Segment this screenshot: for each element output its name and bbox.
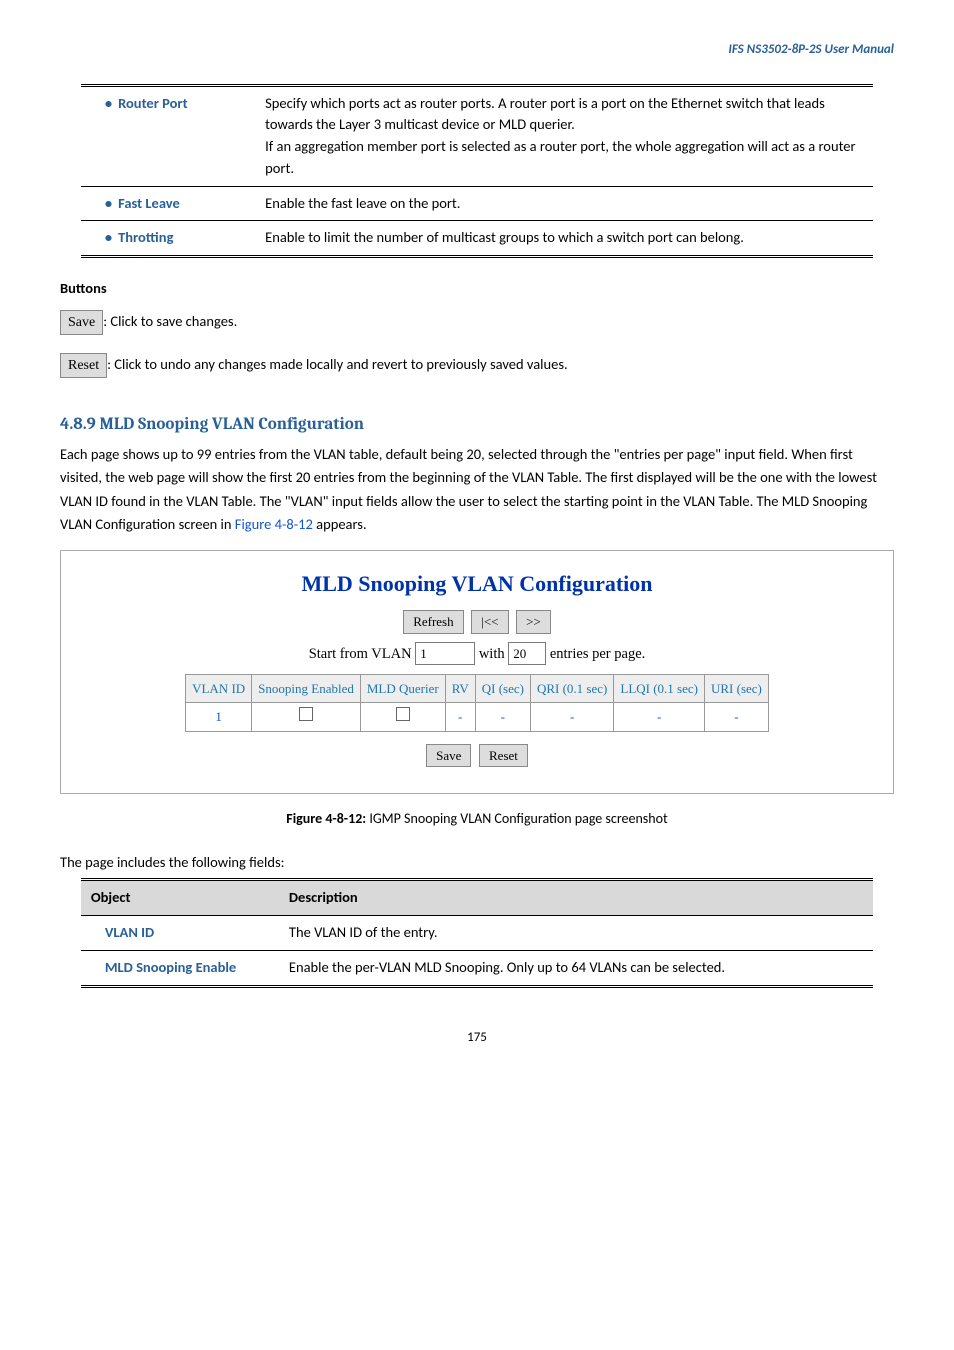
cell-qri: - [530,703,613,732]
fast-leave-desc: Enable the fast leave on the port. [255,186,873,221]
with-label: with [479,646,505,662]
reset-note: : Click to undo any changes made locally… [107,355,568,373]
config-reset-button[interactable]: Reset [479,744,528,768]
figure-caption-bold: Figure 4-8-12: [286,810,366,827]
cell-vlan-id: 1 [186,703,252,732]
fast-leave-label: Fast Leave [105,194,180,212]
cell-uri: - [704,703,768,732]
throtting-label: Throtting [105,228,174,246]
start-from-row: Start from VLAN 1 with 20 entries per pa… [69,642,885,666]
router-port-desc: Specify which ports act as router ports.… [255,85,873,186]
vlan-id-label: VLAN ID [105,923,154,941]
figure-caption: Figure 4-8-12: IGMP Snooping VLAN Config… [60,808,894,829]
buttons-header: Buttons [60,278,894,300]
config-save-button[interactable]: Save [426,744,471,768]
col-qi: QI (sec) [475,674,530,703]
entries-label: entries per page. [550,646,645,662]
cell-querier [360,703,445,732]
start-from-label: Start from VLAN [309,646,412,662]
page-header: IFS NS3502-8P-2S User Manual [60,40,894,60]
prev-button[interactable]: |<< [471,610,508,634]
table-row: 1 - - - - - [186,703,769,732]
throtting-desc: Enable to limit the number of multicast … [255,221,873,257]
refresh-button[interactable]: Refresh [403,610,463,634]
col-snooping-enabled: Snooping Enabled [252,674,361,703]
cell-qi: - [475,703,530,732]
vlan-id-desc: The VLAN ID of the entry. [279,916,873,951]
col-description: Description [279,880,873,916]
per-page-input[interactable]: 20 [508,642,546,666]
save-note: : Click to save changes. [103,312,237,330]
page-number: 175 [60,1028,894,1048]
col-qri: QRI (0.1 sec) [530,674,613,703]
mld-snooping-label: MLD Snooping Enable [105,958,236,976]
col-mld-querier: MLD Querier [360,674,445,703]
vlan-config-table: VLAN ID Snooping Enabled MLD Querier RV … [185,674,769,732]
col-rv: RV [445,674,475,703]
col-object: Object [81,880,279,916]
figure-link[interactable]: Figure 4-8-12 [235,515,313,533]
reset-button[interactable]: Reset [60,353,107,378]
snooping-checkbox[interactable] [299,707,313,721]
object-table-1: Router Port Specify which ports act as r… [81,84,873,259]
section-body-1: Each page shows up to 99 entries from th… [60,445,877,533]
querier-checkbox[interactable] [396,707,410,721]
section-title: 4.8.9 MLD Snooping VLAN Configuration [60,412,894,438]
cell-rv: - [445,703,475,732]
mld-snooping-desc: Enable the per-VLAN MLD Snooping. Only u… [279,950,873,986]
section-body-2: appears. [313,515,367,533]
cell-snooping [252,703,361,732]
mld-config-title: MLD Snooping VLAN Configuration [69,567,885,600]
col-llqi: LLQI (0.1 sec) [614,674,705,703]
figure-caption-rest: IGMP Snooping VLAN Configuration page sc… [366,810,668,827]
router-port-label: Router Port [105,94,188,112]
mld-config-box: MLD Snooping VLAN Configuration Refresh … [60,550,894,794]
col-uri: URI (sec) [704,674,768,703]
section-body: Each page shows up to 99 entries from th… [60,443,894,536]
fields-intro: The page includes the following fields: [60,851,894,874]
next-button[interactable]: >> [516,610,551,634]
start-vlan-input[interactable]: 1 [415,642,475,666]
col-vlan-id: VLAN ID [186,674,252,703]
save-button[interactable]: Save [60,310,103,335]
cell-llqi: - [614,703,705,732]
object-table-2: Object Description VLAN ID The VLAN ID o… [81,878,873,987]
